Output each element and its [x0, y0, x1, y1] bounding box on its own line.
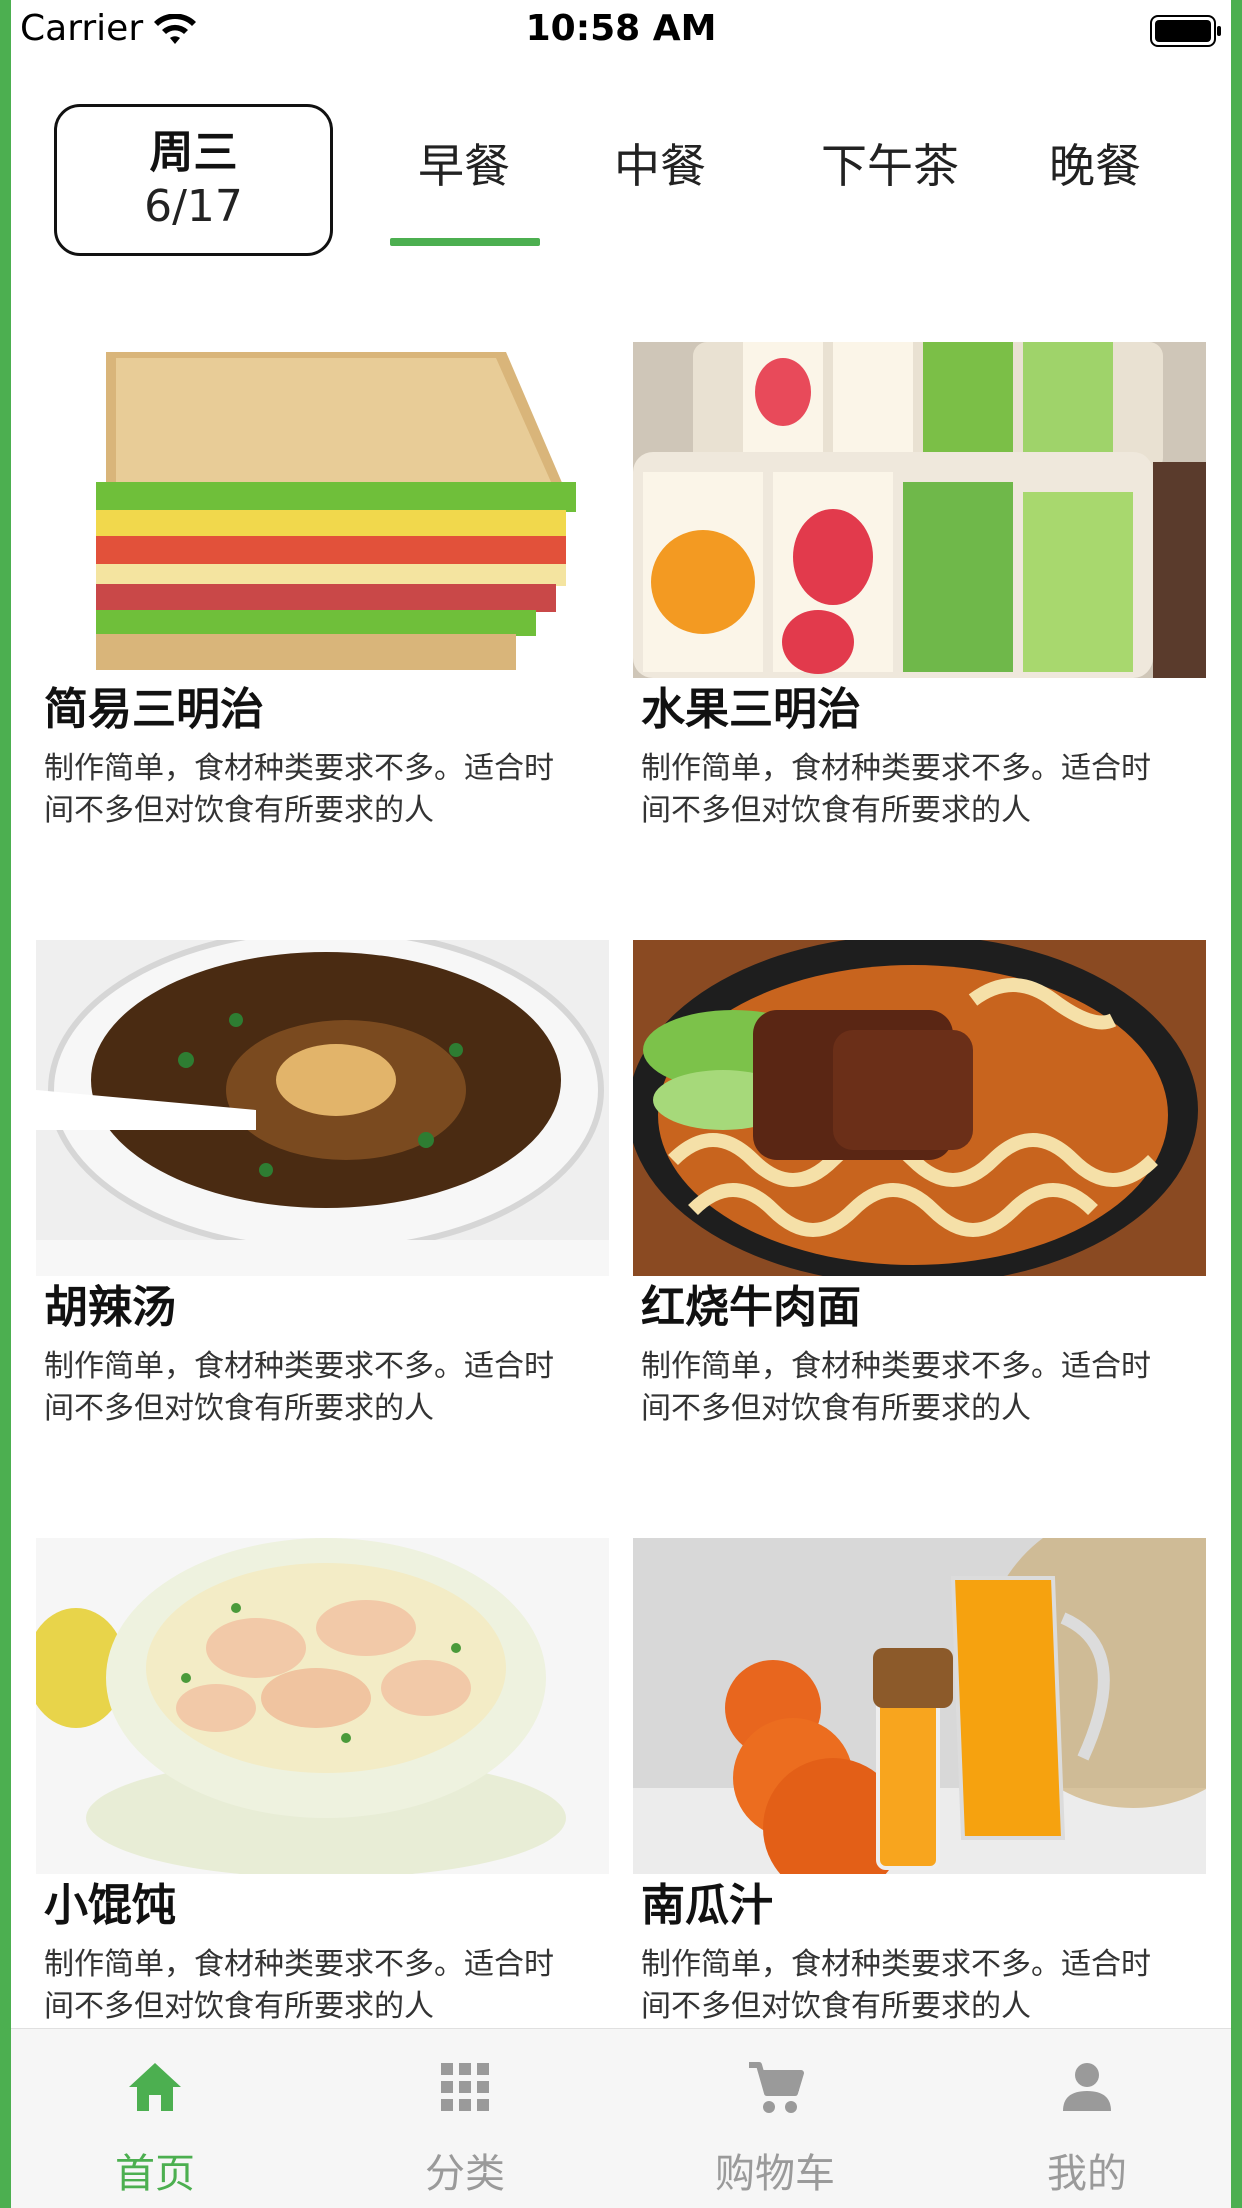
date-selector[interactable]: 周三 6/17 [54, 104, 333, 256]
food-card[interactable]: 南瓜汁 制作简单，食材种类要求不多。适合时间不多但对饮食有所要求的人 [633, 1538, 1206, 2098]
tab-afternoon-tea[interactable]: 下午茶 [800, 130, 980, 196]
food-description: 制作简单，食材种类要求不多。适合时间不多但对饮食有所要求的人 [641, 1947, 1151, 2024]
weekday-label: 周三 [149, 127, 238, 178]
tabbar-item-home[interactable]: 首页 [55, 2029, 255, 2208]
food-description: 制作简单，食材种类要求不多。适合时间不多但对饮食有所要求的人 [641, 1349, 1151, 1426]
active-tab-indicator [390, 238, 540, 246]
tab-lunch[interactable]: 中餐 [580, 130, 740, 196]
tabbar-item-cart[interactable]: 购物车 [675, 2029, 875, 2208]
person-icon [1063, 2063, 1111, 2111]
food-card[interactable]: 简易三明治 制作简单，食材种类要求不多。适合时间不多但对饮食有所要求的人 [36, 342, 609, 902]
right-green-border [1231, 0, 1242, 2208]
food-image-simple-sandwich [36, 342, 609, 678]
food-description: 制作简单，食材种类要求不多。适合时间不多但对饮食有所要求的人 [44, 1947, 554, 2024]
tabbar-item-category[interactable]: 分类 [365, 2029, 565, 2208]
food-image-pumpkin-juice [633, 1538, 1206, 1874]
bottom-tab-bar: 首页 分类 购物车 我的 [0, 2028, 1242, 2208]
food-image-beef-noodles [633, 940, 1206, 1276]
cart-icon [749, 2062, 804, 2113]
food-name: 小馄饨 [44, 1880, 176, 1931]
food-name: 胡辣汤 [44, 1282, 176, 1333]
tabbar-item-mine[interactable]: 我的 [987, 2029, 1187, 2208]
food-name: 南瓜汁 [641, 1880, 773, 1931]
meal-tabs: 早餐 中餐 下午茶 晚餐 [380, 130, 1180, 250]
tab-breakfast[interactable]: 早餐 [380, 130, 548, 196]
tab-dinner[interactable]: 晚餐 [1020, 130, 1170, 196]
food-card[interactable]: 胡辣汤 制作简单，食材种类要求不多。适合时间不多但对饮食有所要求的人 [36, 940, 609, 1500]
food-name: 简易三明治 [44, 684, 264, 735]
food-image-hot-pepper-soup [36, 940, 609, 1276]
grid-icon [441, 2063, 489, 2111]
home-icon [129, 2063, 181, 2111]
left-green-border [0, 0, 11, 2208]
food-name: 红烧牛肉面 [641, 1282, 861, 1333]
tabbar-label: 分类 [425, 2151, 505, 2197]
food-card[interactable]: 水果三明治 制作简单，食材种类要求不多。适合时间不多但对饮食有所要求的人 [633, 342, 1206, 902]
food-card[interactable]: 红烧牛肉面 制作简单，食材种类要求不多。适合时间不多但对饮食有所要求的人 [633, 940, 1206, 1500]
food-description: 制作简单，食材种类要求不多。适合时间不多但对饮食有所要求的人 [641, 751, 1151, 828]
tabbar-label: 首页 [115, 2151, 195, 2197]
tabbar-label: 购物车 [715, 2151, 835, 2197]
food-card[interactable]: 小馄饨 制作简单，食材种类要求不多。适合时间不多但对饮食有所要求的人 [36, 1538, 609, 2098]
status-bar: Carrier 10:58 AM [0, 0, 1242, 60]
food-description: 制作简单，食材种类要求不多。适合时间不多但对饮食有所要求的人 [44, 751, 554, 828]
food-description: 制作简单，食材种类要求不多。适合时间不多但对饮食有所要求的人 [44, 1349, 554, 1426]
date-label: 6/17 [144, 181, 243, 233]
food-name: 水果三明治 [641, 684, 861, 735]
tabbar-label: 我的 [1047, 2151, 1127, 2197]
status-time: 10:58 AM [525, 8, 717, 49]
food-image-fruit-sandwich [633, 342, 1206, 678]
battery-icon [1150, 15, 1221, 47]
food-image-wontons [36, 1538, 609, 1874]
